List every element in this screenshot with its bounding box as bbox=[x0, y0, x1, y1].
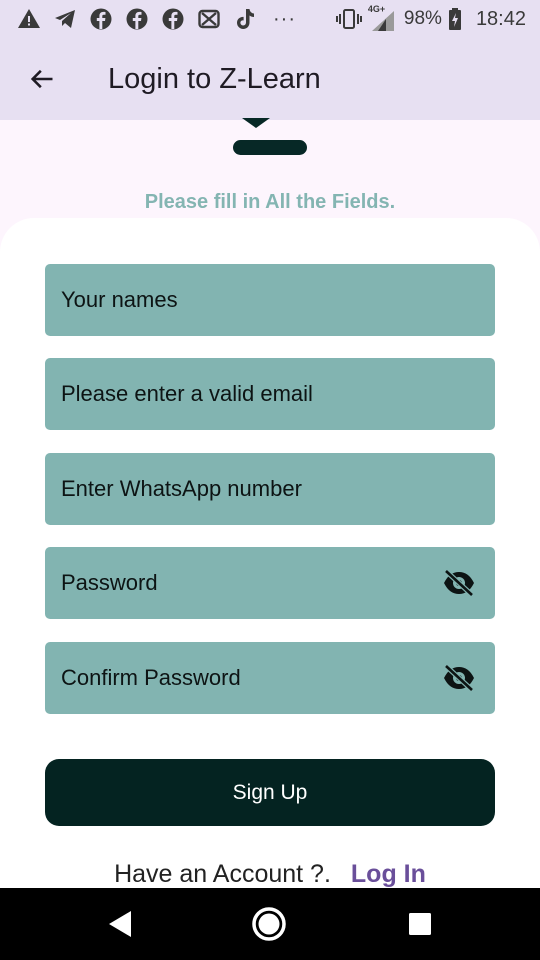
whatsapp-input[interactable]: Enter WhatsApp number bbox=[45, 453, 495, 525]
tiktok-icon bbox=[232, 8, 257, 30]
back-button[interactable] bbox=[14, 51, 70, 107]
signal-icon: 4G+ bbox=[367, 4, 394, 31]
facebook-icon bbox=[88, 8, 113, 30]
battery-charging-icon bbox=[448, 7, 462, 31]
email-input[interactable]: Please enter a valid email bbox=[45, 358, 495, 430]
facebook-icon bbox=[124, 8, 149, 30]
password-placeholder: Password bbox=[61, 570, 158, 595]
whatsapp-placeholder: Enter WhatsApp number bbox=[61, 476, 302, 501]
system-navigation-bar bbox=[0, 888, 540, 960]
z-learn-logo bbox=[232, 118, 308, 158]
sign-up-button[interactable]: Sign Up bbox=[45, 759, 495, 826]
warning-icon bbox=[16, 8, 41, 30]
page-title: Login to Z-Learn bbox=[108, 62, 321, 95]
confirm-password-input[interactable]: Confirm Password bbox=[45, 642, 495, 714]
facebook-icon bbox=[160, 8, 185, 30]
log-in-link[interactable]: Log In bbox=[351, 860, 426, 889]
password-input[interactable]: Password bbox=[45, 547, 495, 619]
email-placeholder: Please enter a valid email bbox=[61, 381, 313, 406]
clock: 18:42 bbox=[475, 7, 526, 30]
network-type-label: 4G+ bbox=[367, 4, 386, 14]
system-status: 4G+ 98% 18:42 bbox=[335, 4, 526, 31]
telegram-icon bbox=[52, 8, 77, 30]
name-input[interactable]: Your names bbox=[45, 264, 495, 336]
have-account-text: Have an Account ?. bbox=[114, 860, 331, 888]
home-circle-icon[interactable] bbox=[251, 906, 287, 942]
eye-off-icon[interactable] bbox=[441, 569, 477, 597]
back-triangle-icon[interactable] bbox=[102, 906, 138, 942]
battery-percent: 98% bbox=[403, 8, 442, 29]
instruction-text: Please fill in All the Fields. bbox=[144, 191, 396, 213]
status-bar: ··· 4G+ 98% 18:42 bbox=[0, 0, 540, 38]
app-bar: Login to Z-Learn bbox=[0, 38, 540, 120]
more-notifications-indicator: ··· bbox=[273, 7, 296, 30]
recents-square-icon[interactable] bbox=[402, 906, 438, 942]
eye-off-icon[interactable] bbox=[441, 664, 477, 692]
vibrate-icon bbox=[335, 7, 362, 31]
arrow-left-icon bbox=[30, 69, 53, 89]
confirm-password-placeholder: Confirm Password bbox=[61, 665, 241, 690]
notification-icons bbox=[16, 8, 257, 30]
capcut-icon bbox=[196, 8, 221, 30]
name-placeholder: Your names bbox=[61, 287, 178, 312]
login-prompt: Have an Account ?. Log In bbox=[0, 860, 540, 889]
